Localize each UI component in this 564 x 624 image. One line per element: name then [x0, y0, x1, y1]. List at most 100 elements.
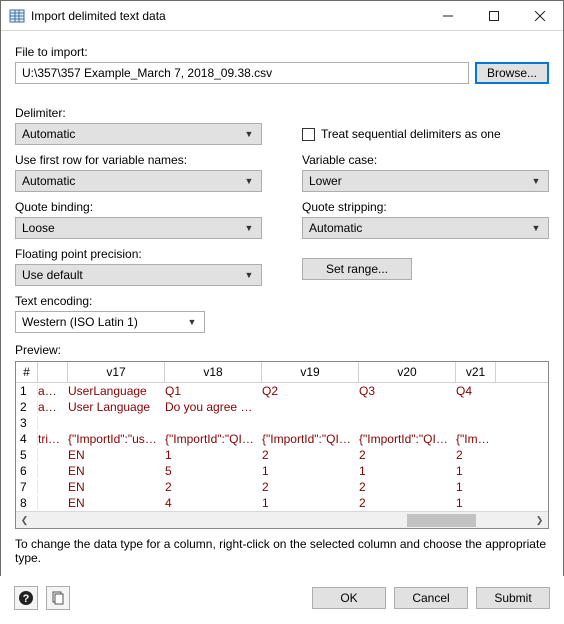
cancel-button[interactable]: Cancel	[394, 587, 468, 609]
ok-button[interactable]: OK	[312, 587, 386, 609]
horizontal-scrollbar[interactable]: ❮ ❯	[16, 511, 548, 528]
cell: 1	[456, 464, 496, 478]
row-number: 2	[16, 400, 38, 414]
cell: EN	[68, 448, 165, 462]
cell: annel	[38, 400, 68, 414]
delimiter-label: Delimiter:	[15, 106, 262, 120]
set-range-button[interactable]: Set range...	[302, 258, 412, 280]
maximize-button[interactable]	[471, 1, 517, 31]
preview-header[interactable]: v20	[359, 362, 456, 383]
copy-button[interactable]	[46, 586, 70, 610]
scroll-thumb[interactable]	[407, 514, 477, 527]
cell: annel	[38, 384, 68, 398]
quotebinding-dropdown[interactable]: Loose ▼	[15, 217, 262, 239]
quotestrip-dropdown[interactable]: Automatic ▼	[302, 217, 549, 239]
firstrow-value: Automatic	[22, 174, 241, 188]
cell: EN	[68, 496, 165, 510]
chevron-down-icon: ▼	[241, 270, 257, 280]
cell: 1	[359, 464, 456, 478]
table-row[interactable]: 8EN4121	[16, 495, 548, 511]
cell: 2	[262, 480, 359, 494]
row-number: 3	[16, 416, 38, 430]
preview-header[interactable]: v18	[165, 362, 262, 383]
browse-button[interactable]: Browse...	[475, 62, 549, 84]
cell: 2	[262, 448, 359, 462]
table-row[interactable]: 7EN2221	[16, 479, 548, 495]
preview-body: 1annelUserLanguageQ1Q2Q3Q42annelUser Lan…	[16, 383, 548, 527]
quotestrip-label: Quote stripping:	[302, 200, 549, 214]
cell: 1	[262, 496, 359, 510]
row-number: 8	[16, 496, 38, 510]
cell: 1	[165, 448, 262, 462]
table-row[interactable]: 2annelUser LanguageDo you agree or ...	[16, 399, 548, 415]
minimize-button[interactable]	[425, 1, 471, 31]
help-button[interactable]: ?	[14, 586, 38, 610]
cell: {"ImportId":"userL...	[68, 432, 165, 446]
table-row[interactable]: 1annelUserLanguageQ1Q2Q3Q4	[16, 383, 548, 399]
scroll-left-button[interactable]: ❮	[16, 512, 33, 529]
delimiter-value: Automatic	[22, 127, 241, 141]
precision-label: Floating point precision:	[15, 247, 262, 261]
scroll-right-button[interactable]: ❯	[531, 512, 548, 529]
chevron-down-icon: ▼	[528, 223, 544, 233]
cell: {"ImportId":"QID2"}	[262, 432, 359, 446]
preview-label: Preview:	[15, 343, 549, 357]
cell: EN	[68, 464, 165, 478]
delimiter-dropdown[interactable]: Automatic ▼	[15, 123, 262, 145]
cell: EN	[68, 480, 165, 494]
cell: UserLanguage	[68, 384, 165, 398]
precision-dropdown[interactable]: Use default ▼	[15, 264, 262, 286]
table-row[interactable]: 5EN1222	[16, 447, 548, 463]
quotebinding-value: Loose	[22, 221, 241, 235]
window-title: Import delimited text data	[31, 9, 166, 23]
varcase-label: Variable case:	[302, 153, 549, 167]
firstrow-label: Use first row for variable names:	[15, 153, 262, 167]
encoding-label: Text encoding:	[15, 294, 549, 308]
varcase-value: Lower	[309, 174, 528, 188]
cell: trib...	[38, 432, 68, 446]
encoding-dropdown[interactable]: Western (ISO Latin 1) ▼	[15, 311, 205, 333]
dialog-footer: ? OK Cancel Submit	[0, 576, 564, 624]
row-number: 4	[16, 432, 38, 446]
cell: 1	[456, 480, 496, 494]
row-number: 5	[16, 448, 38, 462]
titlebar: Import delimited text data	[1, 1, 563, 31]
svg-text:?: ?	[23, 593, 30, 605]
dialog-body: File to import: Browse... Delimiter: Aut…	[1, 31, 563, 575]
preview-header[interactable]: v21	[456, 362, 496, 383]
cell: 2	[359, 448, 456, 462]
cell: 2	[456, 448, 496, 462]
scroll-track[interactable]	[33, 512, 531, 529]
cell: 1	[456, 496, 496, 510]
file-path-input[interactable]	[15, 62, 469, 84]
encoding-value: Western (ISO Latin 1)	[22, 315, 184, 329]
cell: 1	[262, 464, 359, 478]
varcase-dropdown[interactable]: Lower ▼	[302, 170, 549, 192]
cell: {"ImportId":"QI	[456, 432, 496, 446]
submit-button[interactable]: Submit	[476, 587, 550, 609]
chevron-down-icon: ▼	[241, 129, 257, 139]
cell: 5	[165, 464, 262, 478]
close-button[interactable]	[517, 1, 563, 31]
table-row[interactable]: 3	[16, 415, 548, 431]
treat-sequential-label: Treat sequential delimiters as one	[321, 127, 501, 141]
preview-table[interactable]: # v17 v18 v19 v20 v21 1annelUserLanguage…	[15, 361, 549, 529]
cell: 2	[359, 496, 456, 510]
cell: 2	[359, 480, 456, 494]
preview-header-row: # v17 v18 v19 v20 v21	[16, 362, 548, 383]
firstrow-dropdown[interactable]: Automatic ▼	[15, 170, 262, 192]
preview-header[interactable]: v17	[68, 362, 165, 383]
cell: 2	[165, 480, 262, 494]
treat-sequential-checkbox[interactable]	[302, 128, 315, 141]
row-number: 7	[16, 480, 38, 494]
table-row[interactable]: 6EN5111	[16, 463, 548, 479]
table-row[interactable]: 4trib...{"ImportId":"userL... {"ImportId"…	[16, 431, 548, 447]
chevron-down-icon: ▼	[528, 176, 544, 186]
hint-text: To change the data type for a column, ri…	[15, 537, 549, 565]
app-icon	[9, 8, 25, 24]
cell: 4	[165, 496, 262, 510]
cell: User Language	[68, 400, 165, 414]
chevron-down-icon: ▼	[241, 223, 257, 233]
cell: Q2	[262, 384, 359, 398]
preview-header[interactable]: v19	[262, 362, 359, 383]
